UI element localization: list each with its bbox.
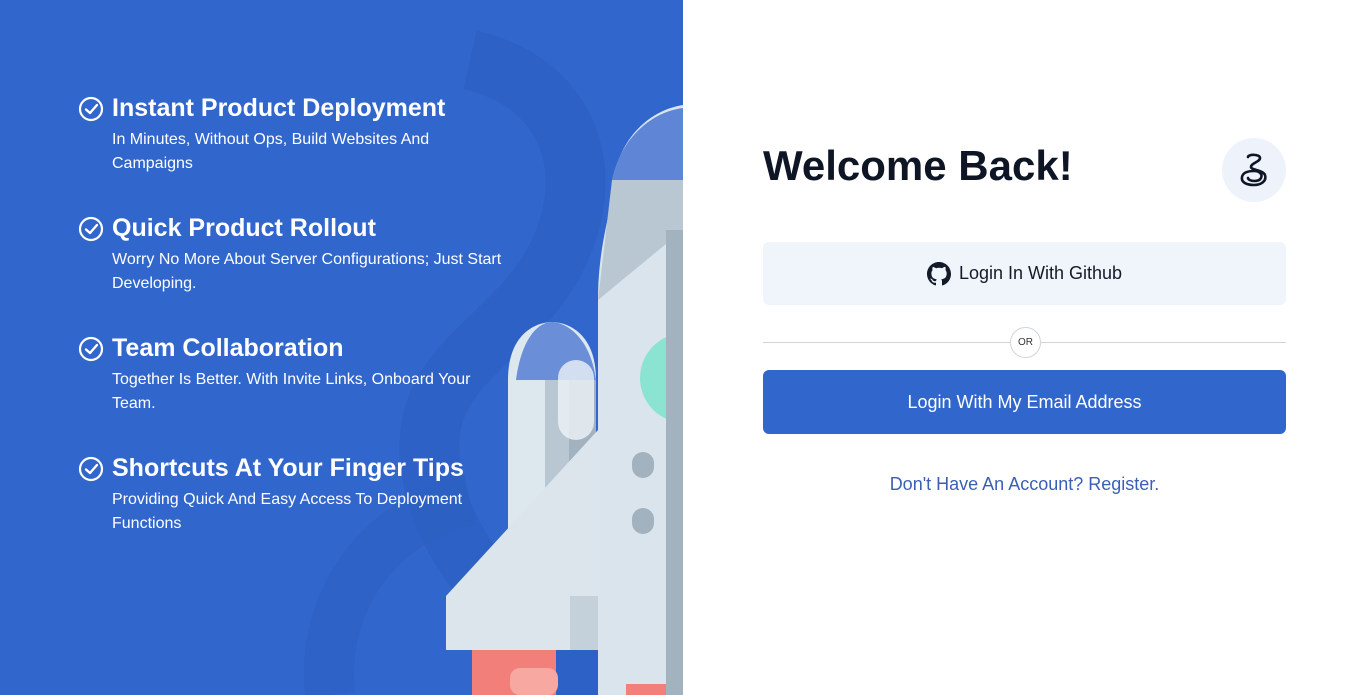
feature-title: Quick Product Rollout — [112, 214, 376, 242]
github-login-button[interactable]: Login In With Github — [763, 242, 1286, 305]
feature-item: Instant Product Deployment In Minutes, W… — [78, 94, 518, 214]
or-separator: OR — [1010, 327, 1041, 358]
github-login-label: Login In With Github — [958, 263, 1123, 283]
brand-logo — [1222, 138, 1286, 202]
feature-title: Instant Product Deployment — [112, 94, 446, 122]
features-panel: Instant Product Deployment In Minutes, W… — [0, 0, 683, 695]
email-login-button[interactable]: Login With My Email Address — [763, 370, 1286, 434]
login-panel: Welcome Back! Login In With Github OR Lo… — [683, 0, 1366, 695]
feature-title: Team Collaboration — [112, 334, 344, 362]
check-circle-icon — [78, 96, 104, 122]
feature-description: Together Is Better. With Invite Links, O… — [112, 371, 471, 412]
register-link[interactable]: Don't Have An Account? Register. — [763, 474, 1286, 495]
page-title: Welcome Back! — [763, 142, 1073, 189]
feature-description: Providing Quick And Easy Access To Deplo… — [112, 491, 463, 532]
brand-logo-icon — [1240, 153, 1267, 187]
feature-description: Worry No More About Server Configuration… — [112, 251, 502, 292]
feature-description: In Minutes, Without Ops, Build Websites … — [112, 131, 430, 172]
feature-item: Shortcuts At Your Finger Tips Providing … — [78, 454, 518, 574]
check-circle-icon — [78, 336, 104, 362]
check-circle-icon — [78, 216, 104, 242]
github-icon — [926, 261, 951, 285]
feature-item: Team Collaboration Together Is Better. W… — [78, 334, 518, 454]
feature-item: Quick Product Rollout Worry No More Abou… — [78, 214, 518, 334]
feature-title: Shortcuts At Your Finger Tips — [112, 454, 464, 482]
feature-list: Instant Product Deployment In Minutes, W… — [78, 94, 518, 574]
check-circle-icon — [78, 456, 104, 482]
